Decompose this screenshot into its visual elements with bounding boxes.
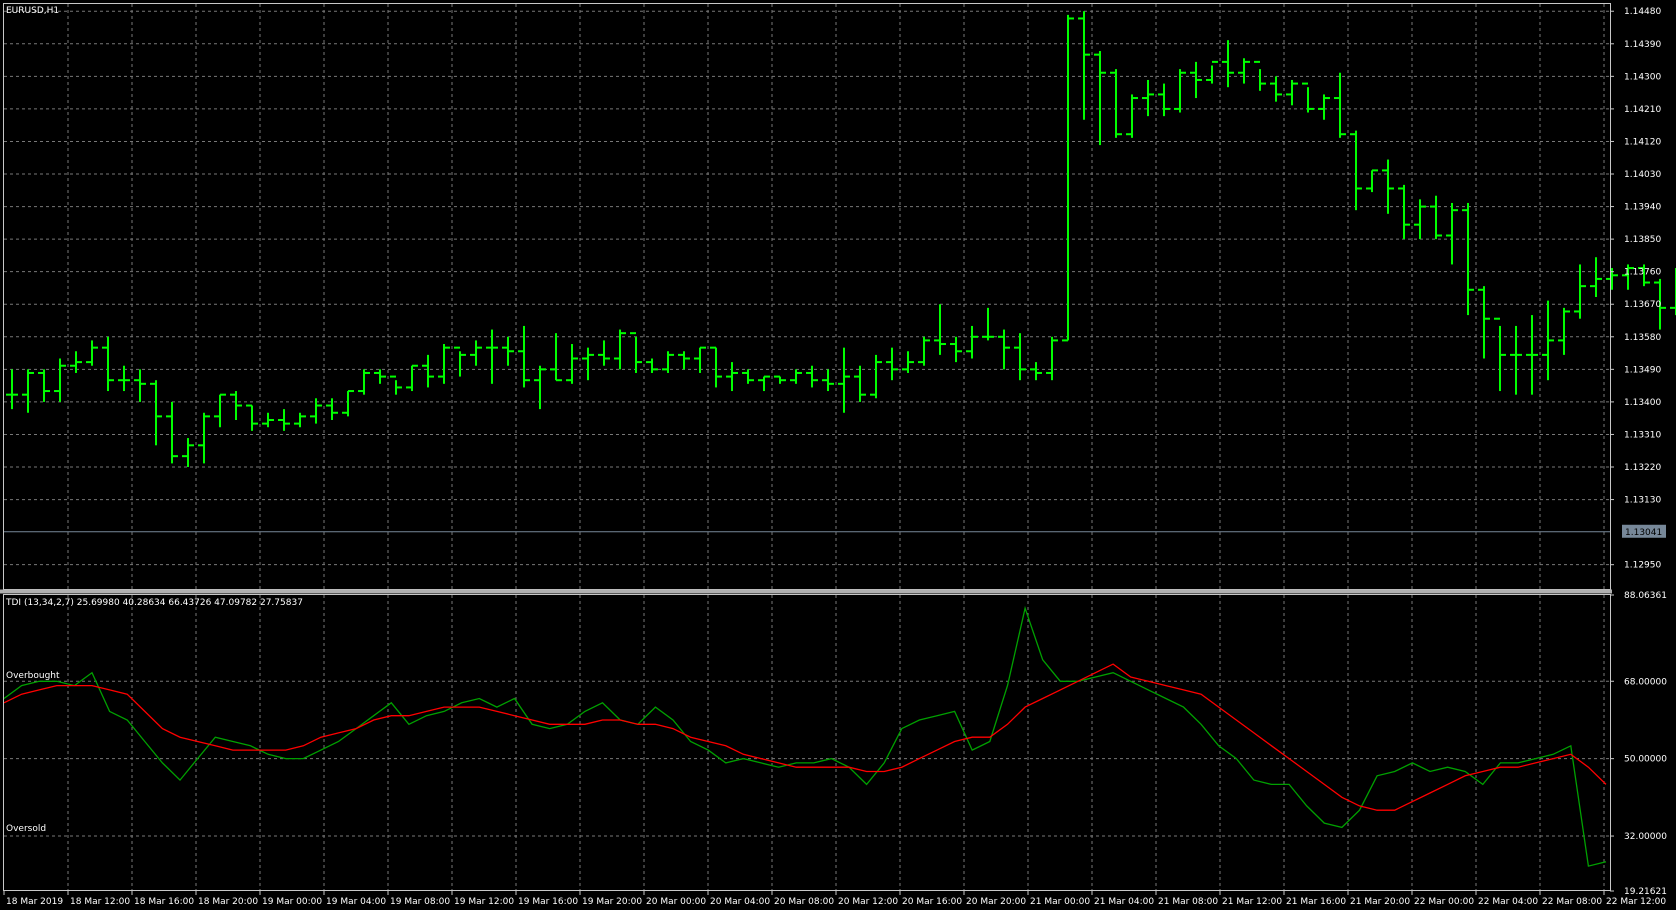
price-tick-label: 1.14300 (1624, 72, 1661, 82)
time-tick-label: 22 Mar 04:00 (1478, 897, 1538, 907)
indicator-tick-label: 19.21621 (1624, 887, 1667, 897)
oversold-label: Oversold (6, 824, 46, 834)
price-tick-label: 1.13940 (1624, 203, 1661, 213)
price-tick-label: 1.12950 (1624, 561, 1661, 571)
time-tick-label: 20 Mar 08:00 (774, 897, 834, 907)
time-tick-label: 18 Mar 20:00 (198, 897, 258, 907)
time-tick-label: 21 Mar 00:00 (1030, 897, 1090, 907)
price-tick-label: 1.14120 (1624, 137, 1661, 147)
indicator-tick-label: 50.00000 (1624, 755, 1667, 765)
main-chart-title: EURUSD,H1 (6, 6, 59, 16)
time-tick-label: 21 Mar 04:00 (1094, 897, 1154, 907)
current-price-label: 1.13041 (1625, 528, 1662, 538)
indicator-tick-label: 32.00000 (1624, 832, 1667, 842)
time-tick-label: 20 Mar 16:00 (902, 897, 962, 907)
indicator-title: TDI (13,34,2,7) 25.69980 40.28634 66.437… (5, 598, 303, 608)
time-tick-label: 22 Mar 12:00 (1606, 897, 1666, 907)
price-tick-label: 1.13850 (1624, 235, 1661, 245)
time-tick-label: 19 Mar 12:00 (454, 897, 514, 907)
price-tick-label: 1.14210 (1624, 105, 1661, 115)
indicator-tick-label: 68.00000 (1624, 677, 1667, 687)
time-tick-label: 21 Mar 20:00 (1350, 897, 1410, 907)
time-tick-label: 18 Mar 12:00 (70, 897, 130, 907)
chart-area: 18 Mar 2019 18 Mar 12:00 18 Mar 16:00 18 Ma… (0, 0, 1676, 910)
time-tick-label: 19 Mar 04:00 (326, 897, 386, 907)
time-tick-label: 20 Mar 12:00 (838, 897, 898, 907)
price-tick-label: 1.14030 (1624, 170, 1661, 180)
price-tick-label: 1.14480 (1624, 7, 1661, 17)
chart-background (0, 0, 1676, 910)
price-tick-label: 1.14390 (1624, 40, 1661, 50)
time-tick-label: 18 Mar 2019 (6, 897, 63, 907)
time-tick-label: 22 Mar 08:00 (1542, 897, 1602, 907)
time-tick-label: 18 Mar 16:00 (134, 897, 194, 907)
price-tick-label: 1.13400 (1624, 398, 1661, 408)
price-tick-label: 1.13310 (1624, 430, 1661, 440)
time-tick-label: 19 Mar 08:00 (390, 897, 450, 907)
time-tick-label: 19 Mar 16:00 (518, 897, 578, 907)
time-tick-label: 21 Mar 16:00 (1286, 897, 1346, 907)
time-tick-label: 20 Mar 20:00 (966, 897, 1026, 907)
time-tick-label: 19 Mar 20:00 (582, 897, 642, 907)
time-tick-label: 20 Mar 04:00 (710, 897, 770, 907)
price-tick-label: 1.13220 (1624, 463, 1661, 473)
time-tick-label: 19 Mar 00:00 (262, 897, 322, 907)
indicator-tick-label: 88.06361 (1624, 591, 1667, 601)
price-tick-label: 1.13670 (1624, 300, 1661, 310)
price-tick-label: 1.13490 (1624, 365, 1661, 375)
price-tick-label: 1.13130 (1624, 496, 1661, 506)
time-tick-label: 20 Mar 00:00 (646, 897, 706, 907)
price-tick-label: 1.13580 (1624, 333, 1661, 343)
overbought-label: Overbought (6, 671, 60, 681)
time-tick-label: 21 Mar 08:00 (1158, 897, 1218, 907)
price-tick-label: 1.13760 (1624, 268, 1661, 278)
time-tick-label: 22 Mar 00:00 (1414, 897, 1474, 907)
time-tick-label: 21 Mar 12:00 (1222, 897, 1282, 907)
